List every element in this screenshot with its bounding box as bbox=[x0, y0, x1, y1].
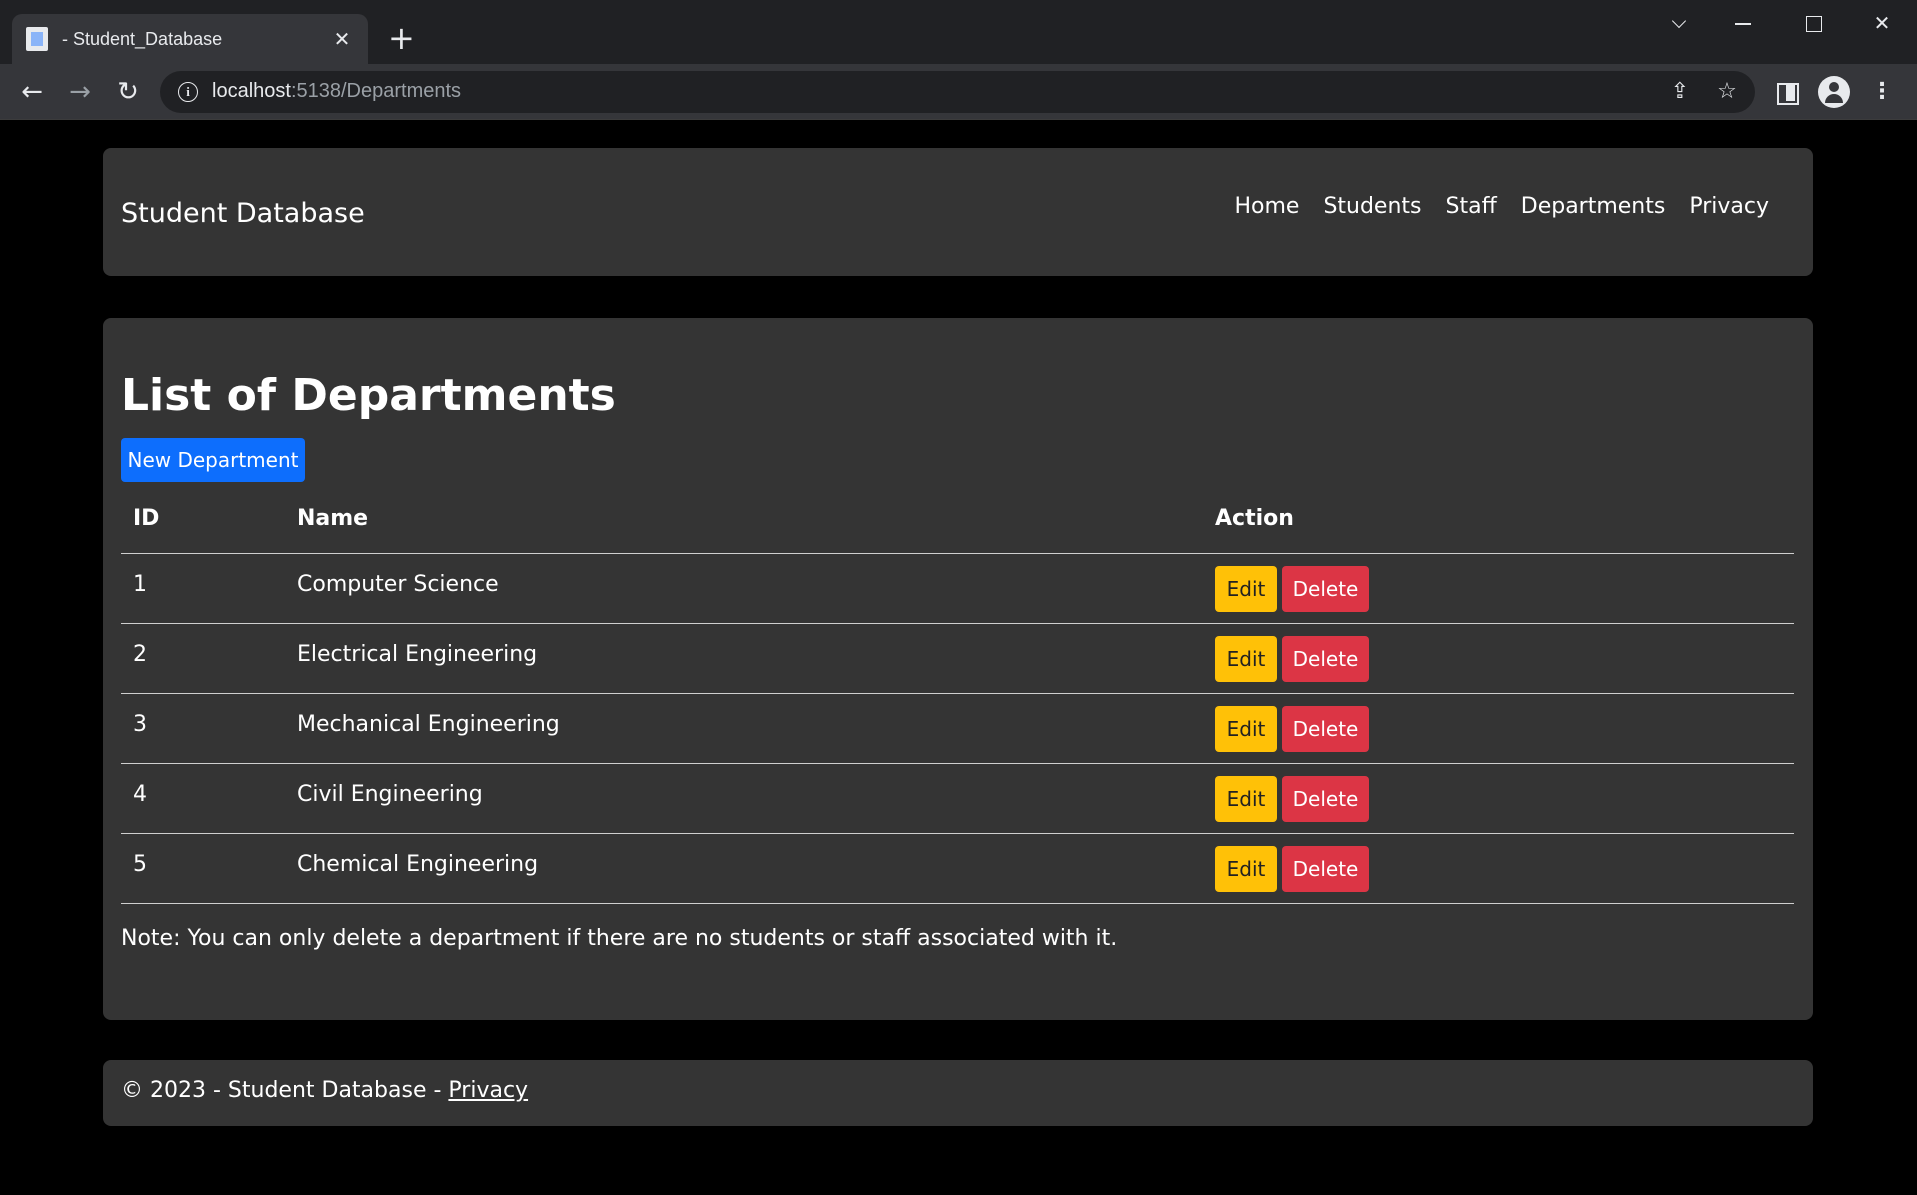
forward-icon[interactable]: → bbox=[62, 74, 98, 110]
navbar-brand[interactable]: Student Database bbox=[121, 198, 365, 229]
edit-button[interactable]: Edit bbox=[1215, 636, 1277, 682]
edit-button[interactable]: Edit bbox=[1215, 706, 1277, 752]
url-path: :5138/Departments bbox=[290, 80, 462, 102]
profile-icon[interactable] bbox=[1818, 76, 1850, 108]
header-name: Name bbox=[297, 506, 369, 531]
nav-link-students[interactable]: Students bbox=[1323, 194, 1421, 219]
edit-button[interactable]: Edit bbox=[1215, 846, 1277, 892]
tab-search-icon[interactable] bbox=[1660, 8, 1700, 38]
nav-links: Home Students Staff Departments Privacy bbox=[1234, 194, 1769, 219]
cell-id: 5 bbox=[133, 852, 147, 877]
reload-icon[interactable]: ↻ bbox=[110, 74, 146, 110]
page-icon bbox=[26, 27, 48, 51]
plus-icon[interactable]: + bbox=[388, 20, 415, 56]
table-row: 5 Chemical Engineering Edit Delete bbox=[121, 834, 1794, 904]
edit-button[interactable]: Edit bbox=[1215, 776, 1277, 822]
main-content: List of Departments New Department ID Na… bbox=[103, 318, 1813, 1020]
browser-toolbar: ← → ↻ i localhost:5138/Departments ⇪ ☆ ⋮ bbox=[0, 64, 1917, 120]
cell-name: Mechanical Engineering bbox=[297, 712, 560, 737]
tab-title: - Student_Database bbox=[62, 28, 223, 49]
delete-button[interactable]: Delete bbox=[1282, 636, 1369, 682]
footer-text: © 2023 - Student Database - Privacy bbox=[121, 1078, 528, 1103]
side-panel-icon[interactable] bbox=[1770, 76, 1802, 108]
new-department-button[interactable]: New Department bbox=[121, 438, 305, 482]
table-row: 4 Civil Engineering Edit Delete bbox=[121, 764, 1794, 834]
departments-table: ID Name Action 1 Computer Science Edit D… bbox=[121, 492, 1794, 904]
url-host: localhost bbox=[212, 80, 291, 102]
cell-name: Civil Engineering bbox=[297, 782, 483, 807]
table-row: 1 Computer Science Edit Delete bbox=[121, 554, 1794, 624]
nav-link-departments[interactable]: Departments bbox=[1521, 194, 1666, 219]
cell-id: 3 bbox=[133, 712, 147, 737]
cell-name: Chemical Engineering bbox=[297, 852, 539, 877]
page-title: List of Departments bbox=[121, 370, 616, 421]
header-id: ID bbox=[133, 506, 160, 531]
cell-name: Electrical Engineering bbox=[297, 642, 538, 667]
table-row: 3 Mechanical Engineering Edit Delete bbox=[121, 694, 1794, 764]
nav-link-staff[interactable]: Staff bbox=[1446, 194, 1497, 219]
browser-tab[interactable]: - Student_Database ✕ bbox=[12, 14, 368, 64]
delete-button[interactable]: Delete bbox=[1282, 566, 1369, 612]
minimize-icon[interactable] bbox=[1722, 8, 1762, 38]
delete-button[interactable]: Delete bbox=[1282, 706, 1369, 752]
close-icon[interactable]: ✕ bbox=[330, 27, 354, 51]
nav-link-privacy[interactable]: Privacy bbox=[1689, 194, 1769, 219]
url-text[interactable]: localhost:5138/Departments bbox=[212, 80, 461, 103]
delete-note: Note: You can only delete a department i… bbox=[121, 926, 1118, 951]
address-bar[interactable]: i localhost:5138/Departments ⇪ ☆ bbox=[160, 71, 1755, 113]
nav-link-home[interactable]: Home bbox=[1234, 194, 1299, 219]
cell-id: 1 bbox=[133, 572, 147, 597]
cell-id: 4 bbox=[133, 782, 147, 807]
window-close-icon[interactable]: ✕ bbox=[1862, 8, 1902, 38]
maximize-icon[interactable] bbox=[1793, 8, 1833, 38]
site-navbar: Student Database Home Students Staff Dep… bbox=[103, 148, 1813, 276]
site-footer: © 2023 - Student Database - Privacy bbox=[103, 1060, 1813, 1126]
page-viewport: Student Database Home Students Staff Dep… bbox=[0, 120, 1917, 1195]
star-icon[interactable]: ☆ bbox=[1712, 77, 1742, 107]
delete-button[interactable]: Delete bbox=[1282, 846, 1369, 892]
footer-privacy-link[interactable]: Privacy bbox=[448, 1078, 528, 1103]
delete-button[interactable]: Delete bbox=[1282, 776, 1369, 822]
table-header: ID Name Action bbox=[121, 492, 1794, 554]
back-icon[interactable]: ← bbox=[14, 74, 50, 110]
share-icon[interactable]: ⇪ bbox=[1665, 77, 1695, 107]
cell-id: 2 bbox=[133, 642, 147, 667]
info-icon[interactable]: i bbox=[178, 82, 198, 102]
footer-copyright: © 2023 - Student Database - bbox=[121, 1078, 449, 1103]
menu-icon[interactable]: ⋮ bbox=[1866, 76, 1898, 108]
cell-name: Computer Science bbox=[297, 572, 499, 597]
edit-button[interactable]: Edit bbox=[1215, 566, 1277, 612]
table-row: 2 Electrical Engineering Edit Delete bbox=[121, 624, 1794, 694]
browser-tab-bar: - Student_Database ✕ + ✕ bbox=[0, 0, 1917, 64]
header-action: Action bbox=[1215, 506, 1294, 531]
